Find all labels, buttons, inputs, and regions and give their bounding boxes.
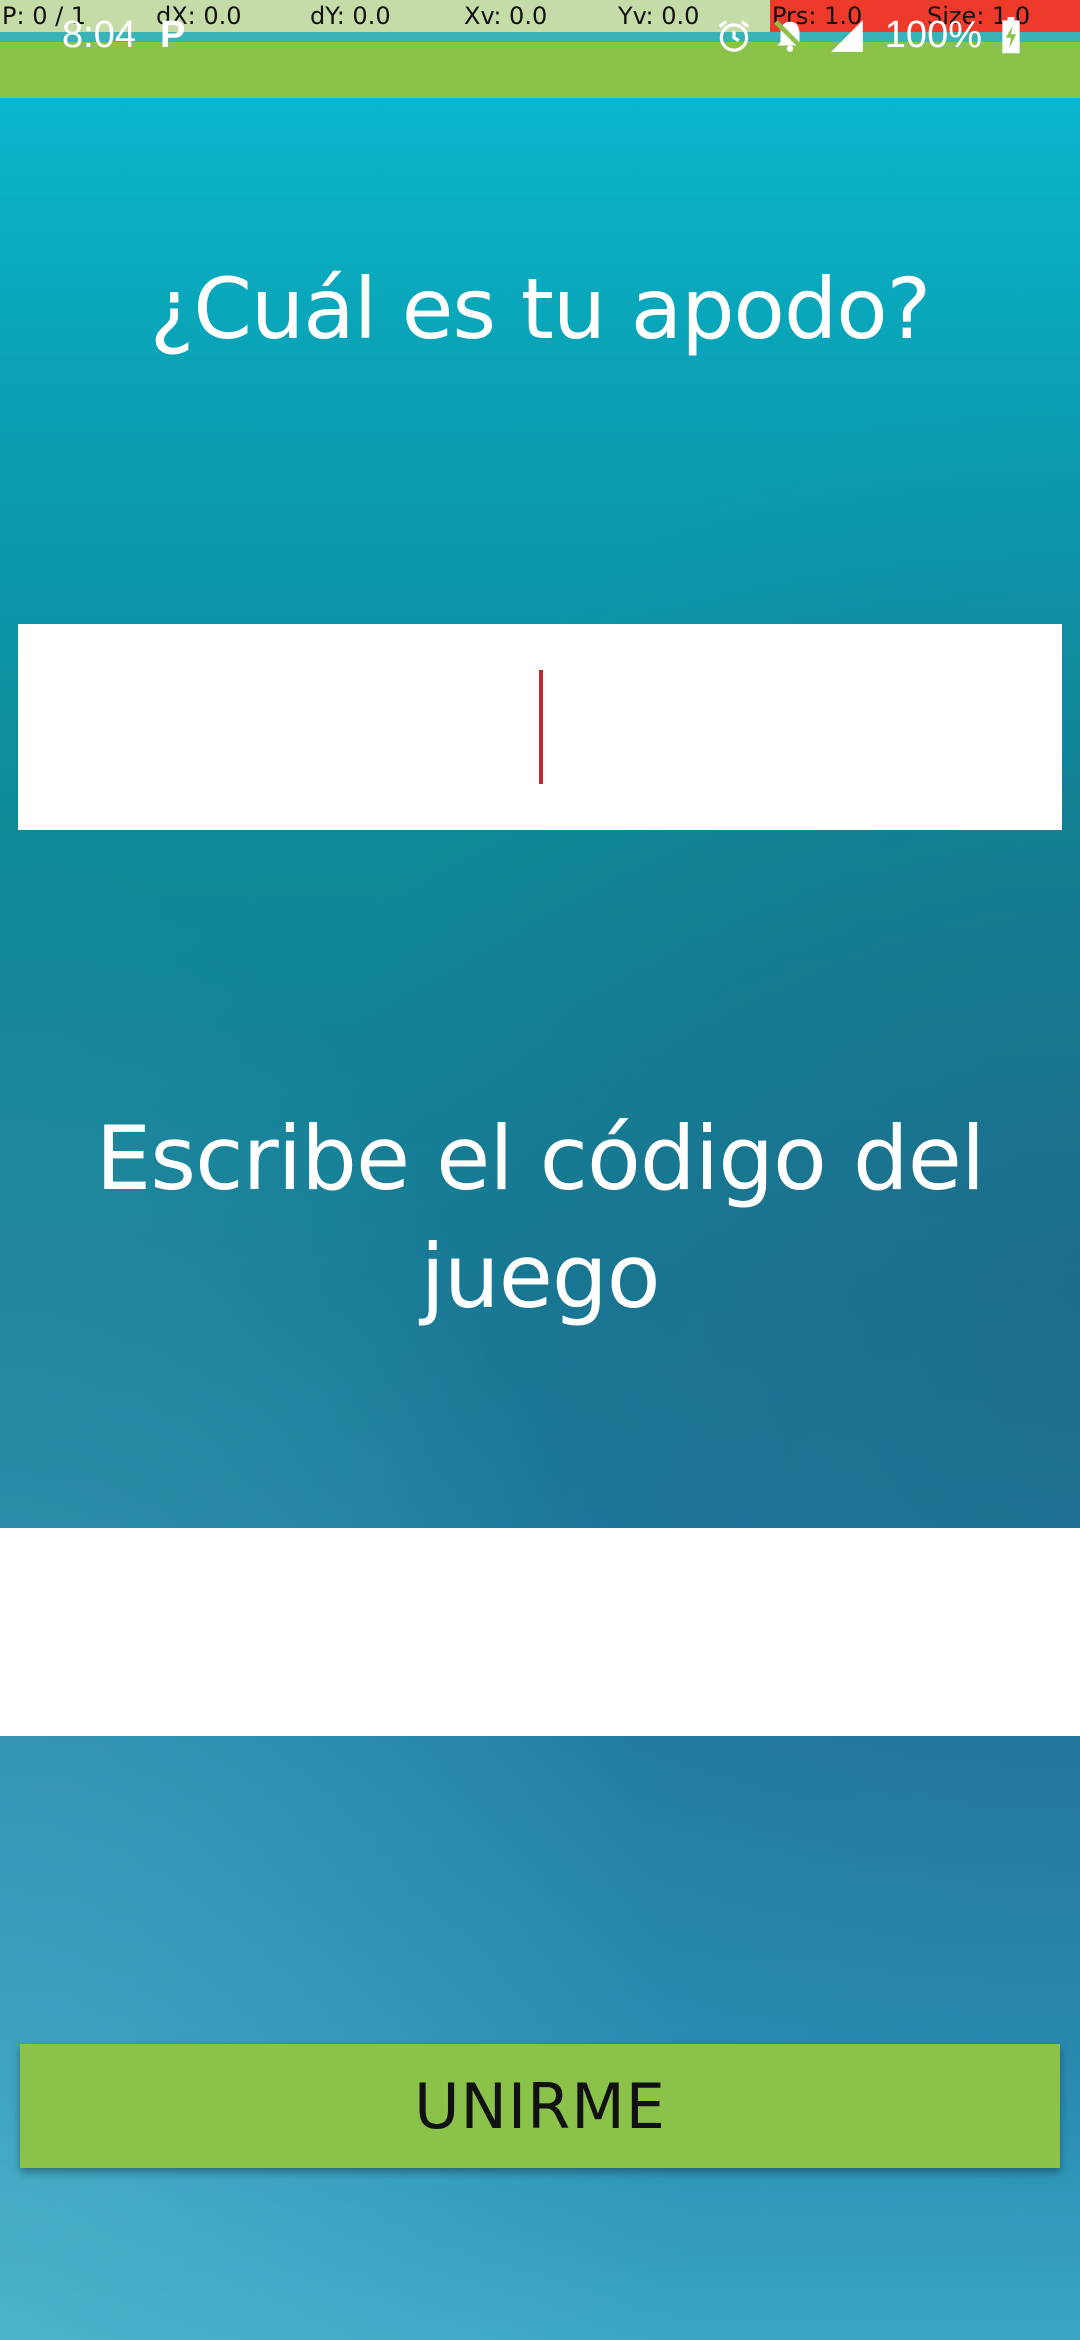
debug-dy: dY: 0.0 xyxy=(308,0,462,32)
join-game-screen: P: 0 / 1 dX: 0.0 dY: 0.0 Xv: 0.0 Yv: 0.0… xyxy=(0,0,1080,2340)
nickname-prompt-heading: ¿Cuál es tu apodo? xyxy=(149,260,932,358)
parking-app-icon: P xyxy=(160,14,186,56)
status-icons: 100% xyxy=(715,14,1022,57)
battery-level: 100% xyxy=(884,14,982,56)
debug-xv: Xv: 0.0 xyxy=(462,0,616,32)
alarm-icon xyxy=(715,17,753,55)
game-code-prompt-heading: Escribe el código del juego xyxy=(95,1107,986,1328)
text-cursor xyxy=(539,670,543,784)
status-time: 8:04 xyxy=(62,14,136,56)
cell-signal-icon xyxy=(827,17,867,55)
join-button[interactable]: UNIRME xyxy=(20,2044,1060,2168)
game-code-input[interactable] xyxy=(0,1528,1080,1736)
battery-charging-icon xyxy=(1000,16,1022,55)
bell-off-icon xyxy=(771,17,809,55)
